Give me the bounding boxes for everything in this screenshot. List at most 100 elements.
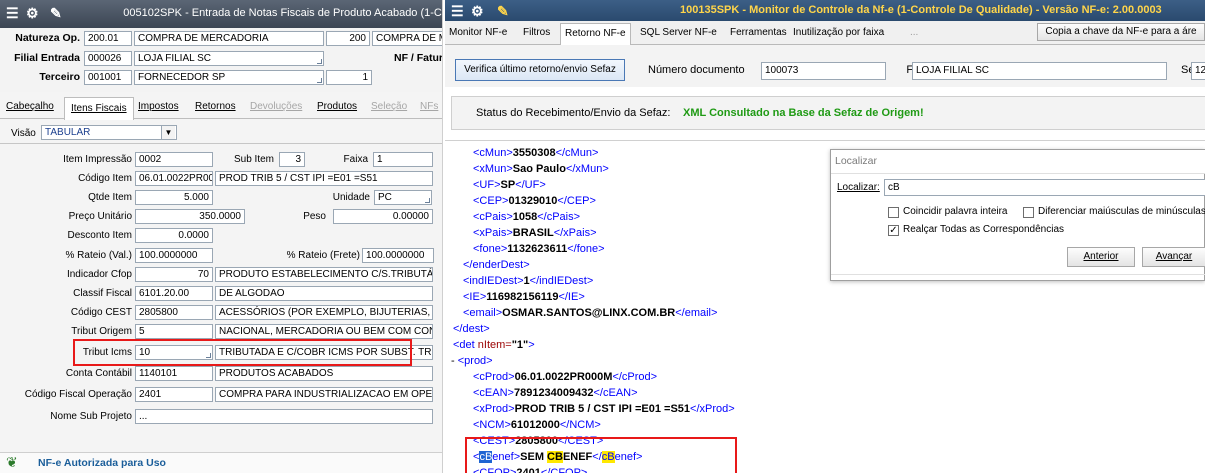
xml-line-ie: <IE>116982156119</IE> — [463, 291, 585, 303]
desconto-field[interactable]: 0.0000 — [135, 228, 213, 243]
natureza-code2-field[interactable]: 200 — [326, 31, 370, 46]
tab-devolucoes[interactable]: Devoluções — [250, 101, 302, 112]
nfe-status-text: NF-e Autorizada para Uso — [38, 457, 166, 469]
origem-label: Tribut Origem — [71, 326, 132, 337]
left-window-title: 005102SPK - Entrada de Notas Fiscais de … — [123, 7, 443, 19]
copy-key-button[interactable]: Copia a chave da NF-e para a áre — [1037, 23, 1205, 41]
tab-more[interactable]: ... — [910, 27, 918, 38]
tab-selecao[interactable]: Seleção — [371, 101, 407, 112]
next-button[interactable]: Avançar — [1142, 247, 1205, 267]
wrench-icon[interactable]: ✎ — [50, 5, 62, 21]
terceiro-label: Terceiro — [39, 71, 80, 83]
desconto-label: Desconto Item — [67, 230, 132, 241]
tribut-icms-highlight — [73, 339, 412, 366]
find-divider — [831, 274, 1205, 275]
terceiro-num-field[interactable]: 1 — [326, 70, 372, 85]
xml-line-det: <det nItem="1"> — [453, 339, 535, 351]
preco-field[interactable]: 350.0000 — [135, 209, 245, 224]
window-menu-icon[interactable]: ☰ — [451, 3, 464, 19]
origem-field[interactable]: 5 — [135, 324, 213, 339]
cfop-field[interactable]: 70 — [135, 267, 213, 282]
highlight-all-label: Realçar Todas as Correspondências — [903, 224, 1065, 235]
find-input[interactable]: cB — [884, 179, 1205, 196]
tools-icon[interactable]: ⚙ — [26, 5, 39, 21]
tab-ferramentas[interactable]: Ferramentas — [730, 27, 787, 38]
natureza-label: Natureza Op. — [15, 32, 80, 44]
tab-produtos[interactable]: Produtos — [317, 101, 357, 112]
cfo-field[interactable]: 2401 — [135, 387, 213, 402]
highlight-all-checkbox[interactable]: ✓ — [888, 225, 899, 236]
whole-word-checkbox[interactable] — [888, 207, 899, 218]
classif-desc-field: DE ALGODAO — [215, 286, 433, 301]
left-status-bar: ❦ NF-e Autorizada para Uso — [0, 452, 442, 473]
xml-line-ncm: <NCM>61012000</NCM> — [473, 419, 601, 431]
codigo-item-desc-field: PROD TRIB 5 / CST IPI =E01 =S51 — [215, 171, 433, 186]
left-title-bar: ☰ ⚙ ✎ 005102SPK - Entrada de Notas Fisca… — [0, 0, 443, 28]
rateio-val-field[interactable]: 100.0000000 — [135, 248, 213, 263]
conta-desc-field: PRODUTOS ACABADOS — [215, 366, 433, 381]
xml-line-cpais: <cPais>1058</cPais> — [473, 211, 581, 223]
nota-fiscal-window: ☰ ⚙ ✎ 005102SPK - Entrada de Notas Fisca… — [0, 0, 443, 473]
sub-item-field[interactable]: 3 — [279, 152, 305, 167]
codigo-item-label: Código Item — [78, 173, 132, 184]
natureza-code-field[interactable]: 200.01 — [84, 31, 132, 46]
filial-label: Filial Entrada — [14, 52, 80, 64]
tab-monitor-nfe[interactable]: Monitor NF-e — [449, 27, 507, 38]
tab-inutilizacao[interactable]: Inutilização por faixa — [793, 27, 884, 38]
faixa-label: Faixa — [343, 154, 368, 165]
tab-cabecalho[interactable]: Cabeçalho — [6, 101, 54, 112]
rateio-frete-field[interactable]: 100.0000000 — [362, 248, 434, 263]
tab-sql-server-nfe[interactable]: SQL Server NF-e — [640, 27, 717, 38]
tab-itens-fiscais[interactable]: Itens Fiscais — [64, 97, 134, 120]
nota-header-panel: Natureza Op. 200.01 COMPRA DE MERCADORIA… — [0, 28, 442, 92]
unidade-label: Unidade — [332, 192, 370, 203]
codigo-item-field[interactable]: 06.01.0022PR00 — [135, 171, 213, 186]
visao-label: Visão — [11, 128, 36, 139]
unidade-field[interactable]: PC — [374, 190, 432, 205]
tools-icon[interactable]: ⚙ — [471, 3, 484, 19]
xml-line-cmun: <cMun>3550308</cMun> — [473, 147, 599, 159]
filial-field[interactable]: LOJA FILIAL SC — [912, 62, 1167, 80]
filial-code-field[interactable]: 000026 — [84, 51, 132, 66]
cest-desc-field: ACESSÓRIOS (POR EXEMPLO, BIJUTERIAS, RE — [215, 305, 433, 320]
tab-impostos[interactable]: Impostos — [138, 101, 179, 112]
peso-label: Peso — [303, 211, 326, 222]
xml-line-xmun: <xMun>Sao Paulo</xMun> — [473, 163, 609, 175]
whole-word-label: Coincidir palavra inteira — [903, 206, 1008, 217]
conta-field[interactable]: 1140101 — [135, 366, 213, 381]
sub-item-label: Sub Item — [233, 154, 274, 165]
tab-nfs[interactable]: NFs — [420, 101, 438, 112]
verify-sefaz-button[interactable]: Verifica último retorno/envio Sefaz — [455, 59, 625, 81]
numero-doc-field[interactable]: 100073 — [761, 62, 886, 80]
item-impressao-field[interactable]: 0002 — [135, 152, 213, 167]
previous-button[interactable]: Anterior — [1067, 247, 1135, 267]
retorno-top-panel: Verifica último retorno/envio Sefaz Núme… — [445, 45, 1205, 87]
cest-field[interactable]: 2805800 — [135, 305, 213, 320]
faixa-field[interactable]: 1 — [373, 152, 433, 167]
leaf-icon: ❦ — [6, 454, 18, 470]
visao-select[interactable]: TABULAR — [41, 125, 177, 140]
qtde-item-label: Qtde Item — [88, 192, 132, 203]
preco-label: Preço Unitário — [68, 211, 132, 222]
cest-label: Código CEST — [70, 307, 132, 318]
subprojeto-field[interactable]: ... — [135, 409, 433, 424]
itens-fiscais-panel: Item Impressão 0002 Sub Item 3 Faixa 1 C… — [0, 143, 442, 438]
cfop-desc-field: PRODUTO ESTABELECIMENTO C/S.TRIBUTÁRI — [215, 267, 433, 282]
terceiro-code-field[interactable]: 001001 — [84, 70, 132, 85]
peso-field[interactable]: 0.00000 — [333, 209, 433, 224]
qtde-item-field[interactable]: 5.000 — [135, 190, 213, 205]
tab-retornos[interactable]: Retornos — [195, 101, 236, 112]
tab-filtros[interactable]: Filtros — [523, 27, 550, 38]
serie-field[interactable]: 12 — [1191, 62, 1205, 80]
match-case-checkbox[interactable] — [1023, 207, 1034, 218]
classif-field[interactable]: 6101.20.00 — [135, 286, 213, 301]
wrench-icon[interactable]: ✎ — [497, 3, 509, 19]
sefaz-status-label: Status do Recebimento/Envio da Sefaz: — [476, 107, 671, 119]
right-title-bar: ☰ ⚙ ✎ 100135SPK - Monitor de Controle da… — [445, 0, 1205, 21]
xml-line-dest: </dest> — [453, 323, 490, 335]
left-tab-strip: Cabeçalho Itens Fiscais Impostos Retorno… — [0, 97, 442, 120]
chevron-down-icon[interactable]: ▼ — [161, 126, 175, 139]
window-menu-icon[interactable]: ☰ — [6, 5, 19, 21]
tab-retorno-nfe[interactable]: Retorno NF-e — [560, 23, 631, 46]
find-label: Localizar: — [837, 182, 880, 193]
